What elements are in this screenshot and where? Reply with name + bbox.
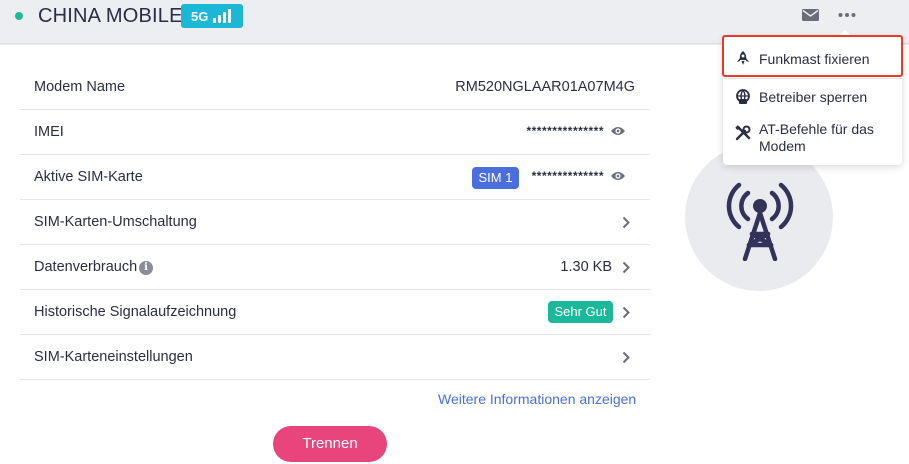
more-info-link[interactable]: Weitere Informationen anzeigen [438,391,636,407]
globe-lock-icon [736,89,750,104]
row-label: Aktive SIM-Karte [34,169,143,185]
highlight-box [722,35,903,77]
mail-icon[interactable] [802,9,819,21]
eye-icon[interactable] [610,125,626,137]
chevron-right-icon [622,216,630,229]
menu-item-lock-operator[interactable]: Betreiber sperren [723,88,902,110]
signal-quality-badge: Sehr Gut [548,301,613,323]
menu-divider [723,78,902,79]
data-usage-value: 1.30 KB [560,259,612,275]
cell-tower-icon [726,182,794,261]
row-label: Modem Name [34,79,126,95]
tower-illustration [685,143,833,291]
menu-item-label: Betreiber sperren [759,89,868,105]
chevron-right-icon [622,306,630,319]
carrier-name: CHINA MOBILE [38,5,183,27]
imei-masked-value: *************** [526,124,604,138]
network-badge: 5G [181,4,243,28]
row-label: SIM-Karteneinstellungen [34,349,193,365]
info-icon[interactable]: i [139,261,153,275]
row-label: SIM-Karten-Umschaltung [34,214,197,230]
more-options-icon[interactable] [838,8,856,22]
modem-name-value: RM520NGLAAR01A07M4G [455,79,635,95]
chevron-right-icon [622,351,630,364]
sim-badge: SIM 1 [472,167,519,189]
row-label: Historische Signalaufzeichnung [34,304,237,320]
row-sim-settings[interactable]: SIM-Karteneinstellungen [20,335,650,380]
menu-item-at-commands[interactable]: AT-Befehle für das Modem [723,121,902,157]
signal-bars-icon [213,9,231,23]
eye-icon[interactable] [610,170,626,182]
network-type: 5G [191,9,209,24]
row-label: Datenverbrauch [34,259,138,275]
tools-icon [735,125,751,141]
row-modem-name: Modem Name RM520NGLAAR01A07M4G [20,65,650,110]
row-data-usage[interactable]: Datenverbrauch i 1.30 KB [20,245,650,290]
disconnect-button[interactable]: Trennen [273,426,387,462]
row-sim-switch[interactable]: SIM-Karten-Umschaltung [20,200,650,245]
menu-item-label: AT-Befehle für das Modem [759,121,874,154]
row-imei: IMEI *************** [20,110,650,155]
row-label: IMEI [34,124,64,140]
sim-masked-value: ************** [531,169,604,183]
chevron-right-icon [622,261,630,274]
status-dot [15,12,23,20]
row-active-sim: Aktive SIM-Karte SIM 1 ************** [20,155,650,200]
row-signal-history[interactable]: Historische Signalaufzeichnung Sehr Gut [20,290,650,335]
